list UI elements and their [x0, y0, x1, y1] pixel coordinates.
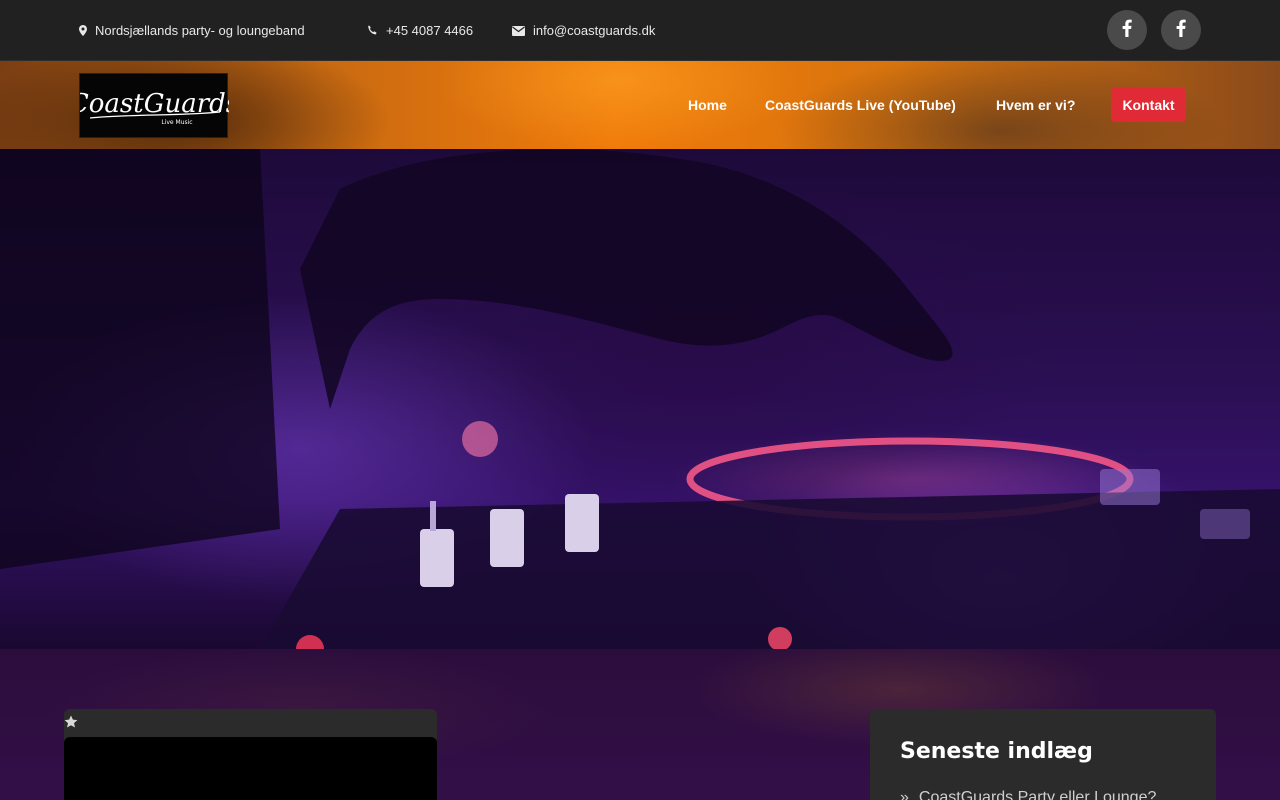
map-marker-icon: [79, 25, 87, 36]
hero-image: [0, 149, 1280, 649]
phone-info[interactable]: +45 4087 4466: [367, 0, 473, 61]
phone-icon: [367, 25, 378, 36]
recent-posts-widget: Seneste indlæg » CoastGuards Party eller …: [870, 709, 1216, 800]
video-embed[interactable]: [64, 737, 437, 800]
recent-post-label[interactable]: CoastGuards Party eller Lounge?: [919, 789, 1156, 800]
location-text: Nordsjællands party- og loungeband: [95, 23, 305, 38]
contact-button[interactable]: Kontakt: [1111, 88, 1186, 122]
dj-mixer-illustration: [0, 149, 1280, 649]
email-info[interactable]: info@coastguards.dk: [512, 0, 655, 61]
facebook-icon: [1176, 19, 1186, 41]
site-logo[interactable]: CoastGuards Live Music: [69, 73, 239, 138]
nav-about[interactable]: Hvem er vi?: [996, 61, 1075, 149]
nav-youtube[interactable]: CoastGuards Live (YouTube): [765, 61, 956, 149]
bullet-icon: »: [900, 789, 909, 800]
facebook-icon: [1122, 19, 1132, 41]
location-info: Nordsjællands party- og loungeband: [79, 0, 305, 61]
email-text[interactable]: info@coastguards.dk: [533, 23, 655, 38]
nav-home[interactable]: Home: [688, 61, 727, 149]
logo-subtitle: Live Music: [161, 119, 192, 126]
facebook-button-2[interactable]: [1161, 10, 1201, 50]
recent-post-link[interactable]: » CoastGuards Party eller Lounge?: [900, 789, 1156, 800]
top-info-bar: Nordsjællands party- og loungeband +45 4…: [0, 0, 1280, 61]
phone-text[interactable]: +45 4087 4466: [386, 23, 473, 38]
nav-youtube-label: CoastGuards Live (YouTube): [765, 97, 956, 113]
envelope-icon: [512, 25, 525, 36]
nav-home-label: Home: [688, 97, 727, 113]
logo-image: CoastGuards Live Music: [69, 89, 239, 126]
featured-card: [64, 709, 437, 800]
facebook-button[interactable]: [1107, 10, 1147, 50]
star-icon: [64, 714, 78, 728]
recent-posts-title: Seneste indlæg: [900, 739, 1093, 764]
nav-about-label: Hvem er vi?: [996, 97, 1076, 113]
site-header: CoastGuards Live Music Home CoastGuards …: [0, 61, 1280, 149]
